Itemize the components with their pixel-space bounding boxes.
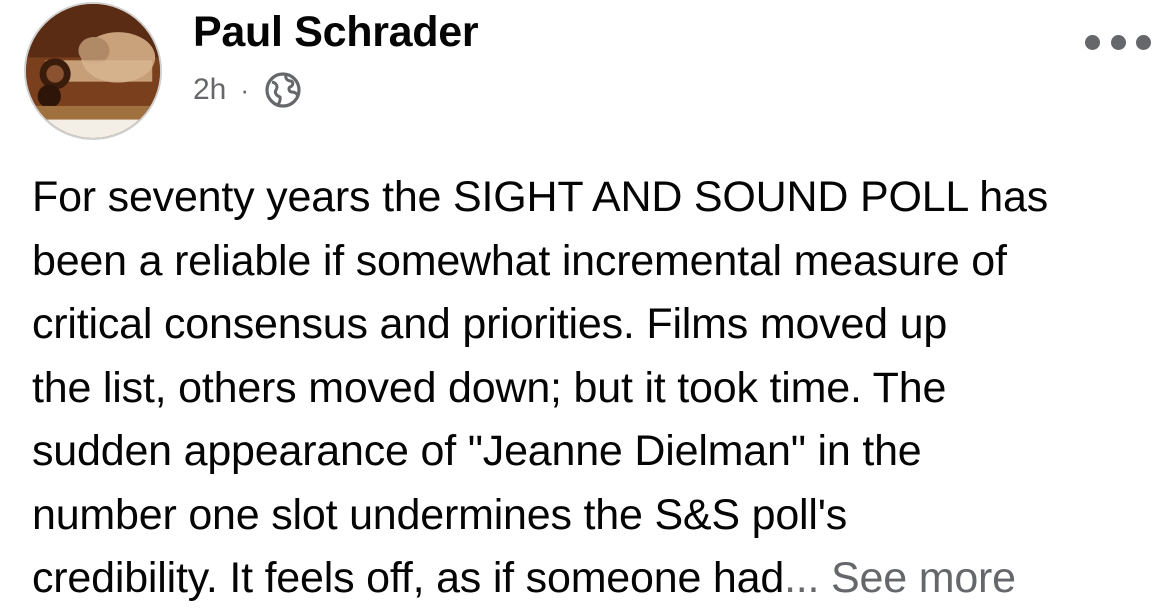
post-text-line: been a reliable if somewhat incremental … bbox=[32, 236, 1007, 285]
post-text-line-last: credibility. It feels off, as if someone… bbox=[32, 547, 1157, 611]
ellipsis: ... bbox=[784, 554, 820, 602]
avatar-photo bbox=[26, 4, 160, 138]
post-meta: 2h · bbox=[193, 70, 303, 110]
more-options-icon-dot bbox=[1110, 34, 1126, 50]
globe-icon[interactable] bbox=[263, 70, 303, 110]
post-text-line: credibility. It feels off, as if someone… bbox=[32, 554, 785, 602]
meta-separator: · bbox=[240, 74, 250, 105]
author-avatar[interactable] bbox=[24, 2, 162, 140]
more-options-button[interactable] bbox=[1085, 28, 1151, 56]
post-text-line: For seventy years the SIGHT AND SOUND PO… bbox=[32, 173, 1048, 221]
post-text-line: critical consensus and priorities. Films… bbox=[32, 300, 948, 348]
see-more-label: See more bbox=[819, 554, 1016, 602]
author-name[interactable]: Paul Schrader bbox=[193, 8, 479, 57]
post-text-line: number one slot undermines the S&S poll'… bbox=[32, 490, 848, 539]
post-timestamp[interactable]: 2h bbox=[193, 73, 226, 107]
post-text-line: sudden appearance of "Jeanne Dielman" in… bbox=[32, 427, 922, 475]
post-body: For seventy years the SIGHT AND SOUND PO… bbox=[32, 166, 1157, 611]
facebook-post: Paul Schrader 2h · For seventy years the… bbox=[0, 0, 1170, 613]
more-options-icon-dot bbox=[1136, 34, 1151, 50]
post-text-line: the list, others moved down; but it took… bbox=[32, 363, 947, 412]
see-more-link[interactable]: ... See more bbox=[784, 554, 1016, 602]
more-options-icon-dot bbox=[1085, 34, 1100, 50]
